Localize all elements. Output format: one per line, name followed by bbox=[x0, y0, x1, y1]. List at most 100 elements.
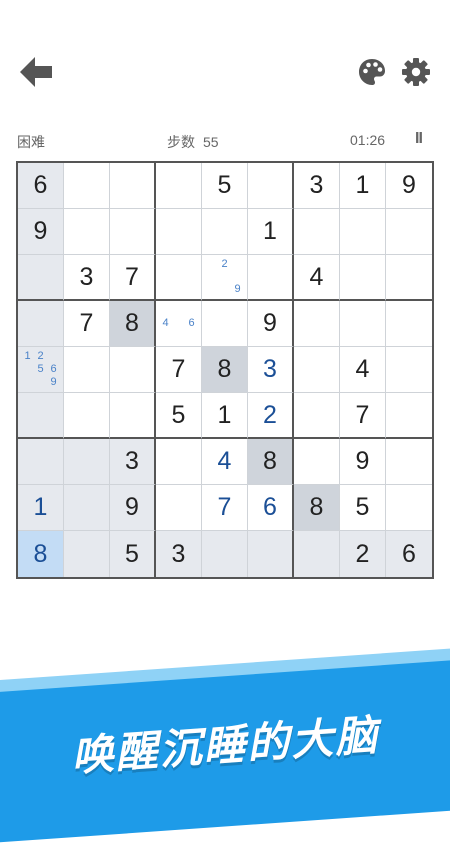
palette-icon bbox=[359, 59, 385, 85]
note-digit: 2 bbox=[221, 257, 228, 270]
pause-button[interactable]: II bbox=[415, 130, 423, 148]
cell-value: 3 bbox=[125, 447, 139, 475]
sudoku-cell[interactable]: 8 bbox=[248, 439, 294, 485]
sudoku-cell[interactable]: 2 bbox=[340, 531, 386, 577]
sudoku-cell[interactable]: 7 bbox=[110, 255, 156, 301]
sudoku-cell[interactable] bbox=[110, 347, 156, 393]
sudoku-cell[interactable] bbox=[64, 347, 110, 393]
sudoku-cell[interactable] bbox=[294, 531, 340, 577]
sudoku-cell[interactable] bbox=[248, 163, 294, 209]
sudoku-cell[interactable]: 4 bbox=[202, 439, 248, 485]
sudoku-cell[interactable] bbox=[18, 301, 64, 347]
difficulty-label: 困难 bbox=[17, 134, 45, 150]
sudoku-cell[interactable] bbox=[64, 531, 110, 577]
settings-button[interactable] bbox=[400, 56, 432, 88]
sudoku-cell[interactable]: 4 bbox=[294, 255, 340, 301]
sudoku-cell[interactable] bbox=[64, 439, 110, 485]
sudoku-cell[interactable] bbox=[202, 301, 248, 347]
sudoku-cell[interactable]: 2 bbox=[248, 393, 294, 439]
sudoku-cell[interactable] bbox=[294, 209, 340, 255]
sudoku-cell[interactable]: 8 bbox=[202, 347, 248, 393]
sudoku-cell[interactable]: 1 bbox=[340, 163, 386, 209]
cell-value: 7 bbox=[355, 400, 370, 429]
sudoku-cell[interactable]: 29 bbox=[202, 255, 248, 301]
sudoku-cell[interactable] bbox=[294, 393, 340, 439]
sudoku-cell[interactable] bbox=[386, 209, 432, 255]
sudoku-cell[interactable] bbox=[386, 393, 432, 439]
sudoku-cell[interactable] bbox=[248, 531, 294, 577]
cell-value: 1 bbox=[33, 493, 48, 521]
sudoku-cell[interactable]: 3 bbox=[64, 255, 110, 301]
sudoku-cell[interactable]: 9 bbox=[248, 301, 294, 347]
sudoku-cell[interactable]: 5 bbox=[156, 393, 202, 439]
sudoku-cell[interactable] bbox=[156, 209, 202, 255]
sudoku-cell[interactable] bbox=[110, 163, 156, 209]
sudoku-cell[interactable] bbox=[386, 301, 432, 347]
sudoku-cell[interactable] bbox=[18, 255, 64, 301]
sudoku-cell[interactable] bbox=[340, 255, 386, 301]
note-digit: 6 bbox=[50, 363, 57, 375]
sudoku-cell[interactable] bbox=[294, 301, 340, 347]
sudoku-cell[interactable] bbox=[64, 209, 110, 255]
sudoku-cell[interactable]: 9 bbox=[18, 209, 64, 255]
sudoku-cell[interactable] bbox=[64, 163, 110, 209]
sudoku-cell[interactable]: 6 bbox=[386, 531, 432, 577]
sudoku-cell[interactable]: 46 bbox=[156, 301, 202, 347]
sudoku-cell[interactable]: 3 bbox=[294, 163, 340, 209]
cell-value: 7 bbox=[217, 493, 232, 521]
sudoku-cell[interactable] bbox=[386, 439, 432, 485]
cell-value: 5 bbox=[171, 400, 186, 429]
sudoku-cell[interactable]: 1 bbox=[248, 209, 294, 255]
sudoku-cell[interactable]: 1 bbox=[18, 485, 64, 531]
sudoku-cell[interactable] bbox=[18, 393, 64, 439]
sudoku-cell[interactable]: 8 bbox=[18, 531, 64, 577]
sudoku-cell[interactable]: 7 bbox=[340, 393, 386, 439]
sudoku-cell[interactable]: 4 bbox=[340, 347, 386, 393]
sudoku-cell[interactable] bbox=[64, 393, 110, 439]
sudoku-cell[interactable] bbox=[156, 439, 202, 485]
note-digit: 2 bbox=[37, 350, 44, 362]
note-digit bbox=[185, 304, 198, 317]
sudoku-cell[interactable] bbox=[340, 301, 386, 347]
sudoku-cell[interactable]: 6 bbox=[248, 485, 294, 531]
sudoku-cell[interactable]: 7 bbox=[64, 301, 110, 347]
sudoku-cell[interactable] bbox=[294, 347, 340, 393]
sudoku-cell[interactable] bbox=[156, 485, 202, 531]
sudoku-cell[interactable]: 5 bbox=[110, 531, 156, 577]
cell-value: 5 bbox=[355, 493, 370, 521]
sudoku-cell[interactable] bbox=[64, 485, 110, 531]
sudoku-cell[interactable]: 7 bbox=[156, 347, 202, 393]
sudoku-cell[interactable]: 7 bbox=[202, 485, 248, 531]
sudoku-cell[interactable] bbox=[110, 393, 156, 439]
sudoku-cell[interactable]: 3 bbox=[248, 347, 294, 393]
sudoku-cell[interactable]: 12569 bbox=[18, 347, 64, 393]
sudoku-cell[interactable]: 3 bbox=[156, 531, 202, 577]
cell-value: 5 bbox=[125, 539, 139, 568]
sudoku-cell[interactable]: 5 bbox=[340, 485, 386, 531]
sudoku-cell[interactable] bbox=[156, 255, 202, 301]
sudoku-cell[interactable] bbox=[386, 485, 432, 531]
sudoku-cell[interactable]: 3 bbox=[110, 439, 156, 485]
note-digit bbox=[205, 271, 218, 284]
sudoku-cell[interactable] bbox=[156, 163, 202, 209]
sudoku-cell[interactable]: 8 bbox=[294, 485, 340, 531]
theme-button[interactable] bbox=[356, 56, 388, 88]
sudoku-cell[interactable]: 5 bbox=[202, 163, 248, 209]
sudoku-cell[interactable]: 9 bbox=[110, 485, 156, 531]
sudoku-cell[interactable] bbox=[110, 209, 156, 255]
sudoku-cell[interactable]: 9 bbox=[340, 439, 386, 485]
sudoku-cell[interactable] bbox=[18, 439, 64, 485]
sudoku-cell[interactable]: 1 bbox=[202, 393, 248, 439]
cell-notes: 46 bbox=[159, 304, 198, 343]
sudoku-cell[interactable] bbox=[248, 255, 294, 301]
sudoku-cell[interactable]: 9 bbox=[386, 163, 432, 209]
sudoku-cell[interactable]: 8 bbox=[110, 301, 156, 347]
sudoku-cell[interactable] bbox=[202, 209, 248, 255]
sudoku-cell[interactable]: 6 bbox=[18, 163, 64, 209]
sudoku-cell[interactable] bbox=[202, 531, 248, 577]
sudoku-cell[interactable] bbox=[340, 209, 386, 255]
sudoku-cell[interactable] bbox=[386, 255, 432, 301]
back-button[interactable] bbox=[18, 54, 58, 90]
sudoku-cell[interactable] bbox=[294, 439, 340, 485]
sudoku-cell[interactable] bbox=[386, 347, 432, 393]
